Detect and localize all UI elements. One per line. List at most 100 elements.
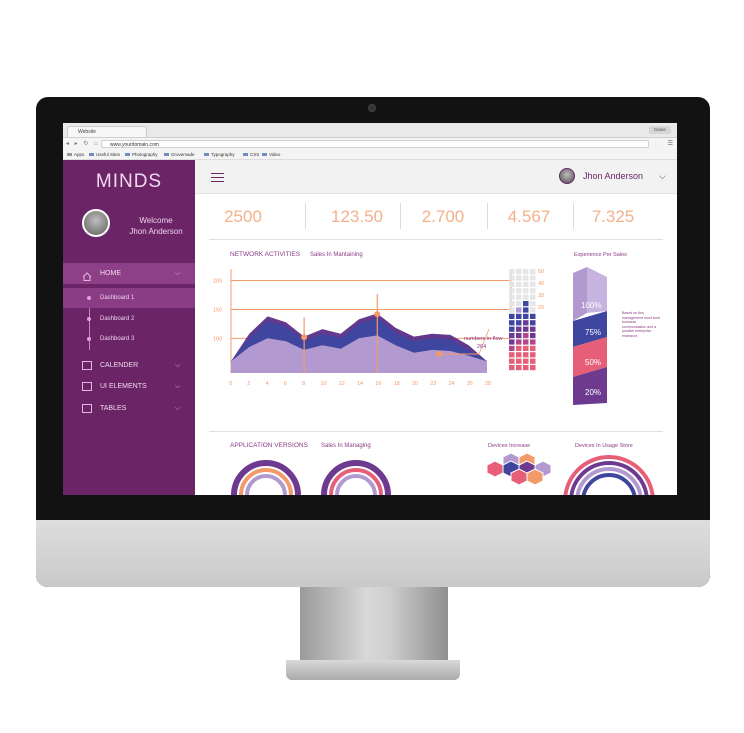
app-versions-subtitle: Sales In Managing xyxy=(321,443,371,449)
bar-cell xyxy=(530,352,536,358)
bar-cell xyxy=(516,320,522,326)
network-title: NETWORK ACTIVITIES xyxy=(230,251,301,258)
sidebar-item-calender[interactable]: CALENDER ⌵ xyxy=(63,355,195,376)
stat-value: 4.567 xyxy=(507,207,551,226)
marker-dot xyxy=(301,334,308,341)
bar-cell xyxy=(523,333,529,339)
bar-cell xyxy=(523,339,529,345)
brand-logo[interactable]: MINDS xyxy=(63,160,195,201)
bar-cell xyxy=(530,326,536,332)
bar-cell xyxy=(516,345,522,351)
bar-cell xyxy=(530,288,536,294)
sidebar-item-label: TABLES xyxy=(100,405,127,412)
sidebar-item-ui-elements[interactable]: UI ELEMENTS ⌵ xyxy=(63,376,195,397)
bookmark-video[interactable]: Video xyxy=(262,150,280,159)
bookmark-typography[interactable]: Typography xyxy=(204,150,235,159)
bar-cell xyxy=(530,339,536,345)
bar-cell xyxy=(509,281,515,287)
donut-ring xyxy=(231,460,301,495)
submenu-dashboard-1[interactable]: Dashboard 1 xyxy=(63,288,195,308)
nav-buttons[interactable]: ◂ ▸ ↻ ⌂ xyxy=(66,138,100,150)
x-tick-label: 28 xyxy=(485,381,491,387)
y-tick-label: 200 xyxy=(213,279,222,285)
submenu-dashboard-2[interactable]: Dashboard 2 xyxy=(63,309,195,329)
bookmark-grovemade[interactable]: Grovemade xyxy=(164,150,195,159)
arc-ring xyxy=(581,473,637,495)
experience-label: 100% xyxy=(581,301,601,310)
bookmark-useful-sites[interactable]: Useful Sites xyxy=(89,150,120,159)
x-tick-label: 24 xyxy=(448,381,454,387)
x-tick-label: 4 xyxy=(266,381,269,387)
app-versions-title: APPLICATION VERSIONS xyxy=(230,442,308,449)
experience-note: Based on this management must fund busin… xyxy=(622,311,660,338)
bar-cell xyxy=(516,307,522,313)
hamburger-menu-icon[interactable] xyxy=(211,173,224,182)
bar-cell xyxy=(530,294,536,300)
chevron-down-icon: ⌵ xyxy=(175,405,181,412)
window-user-badge[interactable]: Daine xyxy=(649,126,671,134)
bar-cell xyxy=(509,333,515,339)
x-tick-label: 2 xyxy=(247,381,250,387)
experience-label: 50% xyxy=(585,358,601,367)
bar-cell xyxy=(523,307,529,313)
bar-cell xyxy=(530,301,536,307)
bar-cell xyxy=(530,281,536,287)
bookmark-css[interactable]: CSS xyxy=(243,150,259,159)
divider xyxy=(209,431,663,432)
marker-dot xyxy=(374,311,381,318)
bar-cell xyxy=(530,307,536,313)
menu-icon[interactable]: ☰ xyxy=(668,138,673,150)
bar-cell xyxy=(516,269,522,275)
x-tick-label: 18 xyxy=(394,381,400,387)
experience-label: 75% xyxy=(585,328,601,337)
user-name[interactable]: Jhon Anderson xyxy=(583,169,643,183)
bar-cell xyxy=(523,294,529,300)
bar-cell xyxy=(509,358,515,364)
bar-cell xyxy=(530,269,536,275)
user-avatar[interactable] xyxy=(559,168,575,184)
monitor-stand-base xyxy=(286,660,460,680)
bar-cell xyxy=(509,345,515,351)
bar-cell xyxy=(530,345,536,351)
chevron-down-icon: ⌵ xyxy=(175,362,181,369)
bookmark-photography[interactable]: Photography xyxy=(125,150,158,159)
calendar-icon xyxy=(82,361,92,370)
stat-value: 2500 xyxy=(224,207,262,226)
chevron-down-icon: ⌵ xyxy=(175,383,181,390)
tab-title: Website xyxy=(78,129,96,135)
monitor-stand xyxy=(300,587,448,663)
x-tick-label: 6 xyxy=(284,381,287,387)
bookmark-apps[interactable]: Apps xyxy=(67,150,84,159)
sidebar-item-home[interactable]: HOME ⌵ xyxy=(63,263,195,284)
bar-cell xyxy=(523,358,529,364)
bar-cell xyxy=(523,275,529,281)
network-chart: 200150100 0 2 4 6 8 10 12 14 16 18 20 22 24 26 28 5040… xyxy=(213,269,544,387)
bar-cell xyxy=(523,313,529,319)
bar-cell xyxy=(516,281,522,287)
bar-cell xyxy=(516,352,522,358)
callout-text-1: numbers in flow xyxy=(464,336,503,342)
url-input[interactable]: www.yourdomain.com xyxy=(101,140,649,148)
browser-tab[interactable]: Website xyxy=(67,126,147,137)
experience-label: 20% xyxy=(585,388,601,397)
sidebar-item-label: CALENDER xyxy=(100,362,139,369)
x-tick-label: 26 xyxy=(467,381,473,387)
bar-cell xyxy=(516,275,522,281)
sidebar-item-tables[interactable]: TABLES ⌵ xyxy=(63,398,195,419)
submenu-label: Dashboard 3 xyxy=(100,336,135,342)
bar-cell xyxy=(509,301,515,307)
submenu-label: Dashboard 1 xyxy=(100,295,135,301)
bar-cell xyxy=(516,326,522,332)
experience-title: Experience Per Sales xyxy=(574,252,627,258)
avatar[interactable] xyxy=(82,209,110,237)
bar-cell xyxy=(523,281,529,287)
welcome-text: Welcome Jhon Anderson xyxy=(119,215,193,237)
bar-cell xyxy=(509,339,515,345)
bar-cell xyxy=(530,365,536,371)
bar-tick-label: 30 xyxy=(538,293,544,299)
chevron-down-icon[interactable]: ⌵ xyxy=(659,169,666,183)
x-tick-label: 14 xyxy=(357,381,363,387)
bar-cell xyxy=(530,320,536,326)
submenu-dashboard-3[interactable]: Dashboard 3 xyxy=(63,329,195,349)
bar-cell xyxy=(516,339,522,345)
